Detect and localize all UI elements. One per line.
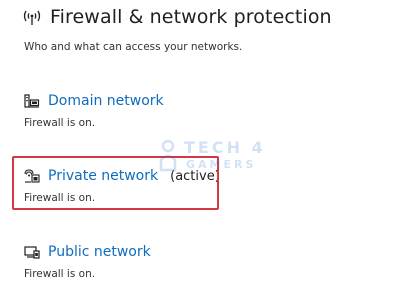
watermark-logo-icon bbox=[159, 139, 177, 172]
page-title: Firewall & network protection bbox=[50, 6, 332, 28]
watermark-line1: TECH 4 bbox=[184, 138, 266, 157]
domain-network-status: Firewall is on. bbox=[24, 117, 96, 129]
public-network-link[interactable]: Public network bbox=[24, 244, 284, 260]
watermark: TECH 4 GAMERS bbox=[158, 138, 268, 178]
page-subtitle: Who and what can access your networks. bbox=[24, 41, 243, 53]
public-network-icon bbox=[24, 245, 40, 259]
public-network-status: Firewall is on. bbox=[24, 268, 96, 280]
wifi-antenna-icon bbox=[22, 8, 42, 26]
page-header: Firewall & network protection bbox=[22, 6, 332, 28]
domain-network-name: Domain network bbox=[48, 93, 164, 109]
public-network-section: Public network Firewall is on. bbox=[24, 244, 284, 280]
public-network-name: Public network bbox=[48, 244, 151, 260]
domain-network-icon bbox=[24, 94, 40, 108]
watermark-line2: GAMERS bbox=[186, 158, 257, 171]
domain-network-link[interactable]: Domain network bbox=[24, 93, 284, 109]
domain-network-section: Domain network Firewall is on. bbox=[24, 93, 284, 129]
